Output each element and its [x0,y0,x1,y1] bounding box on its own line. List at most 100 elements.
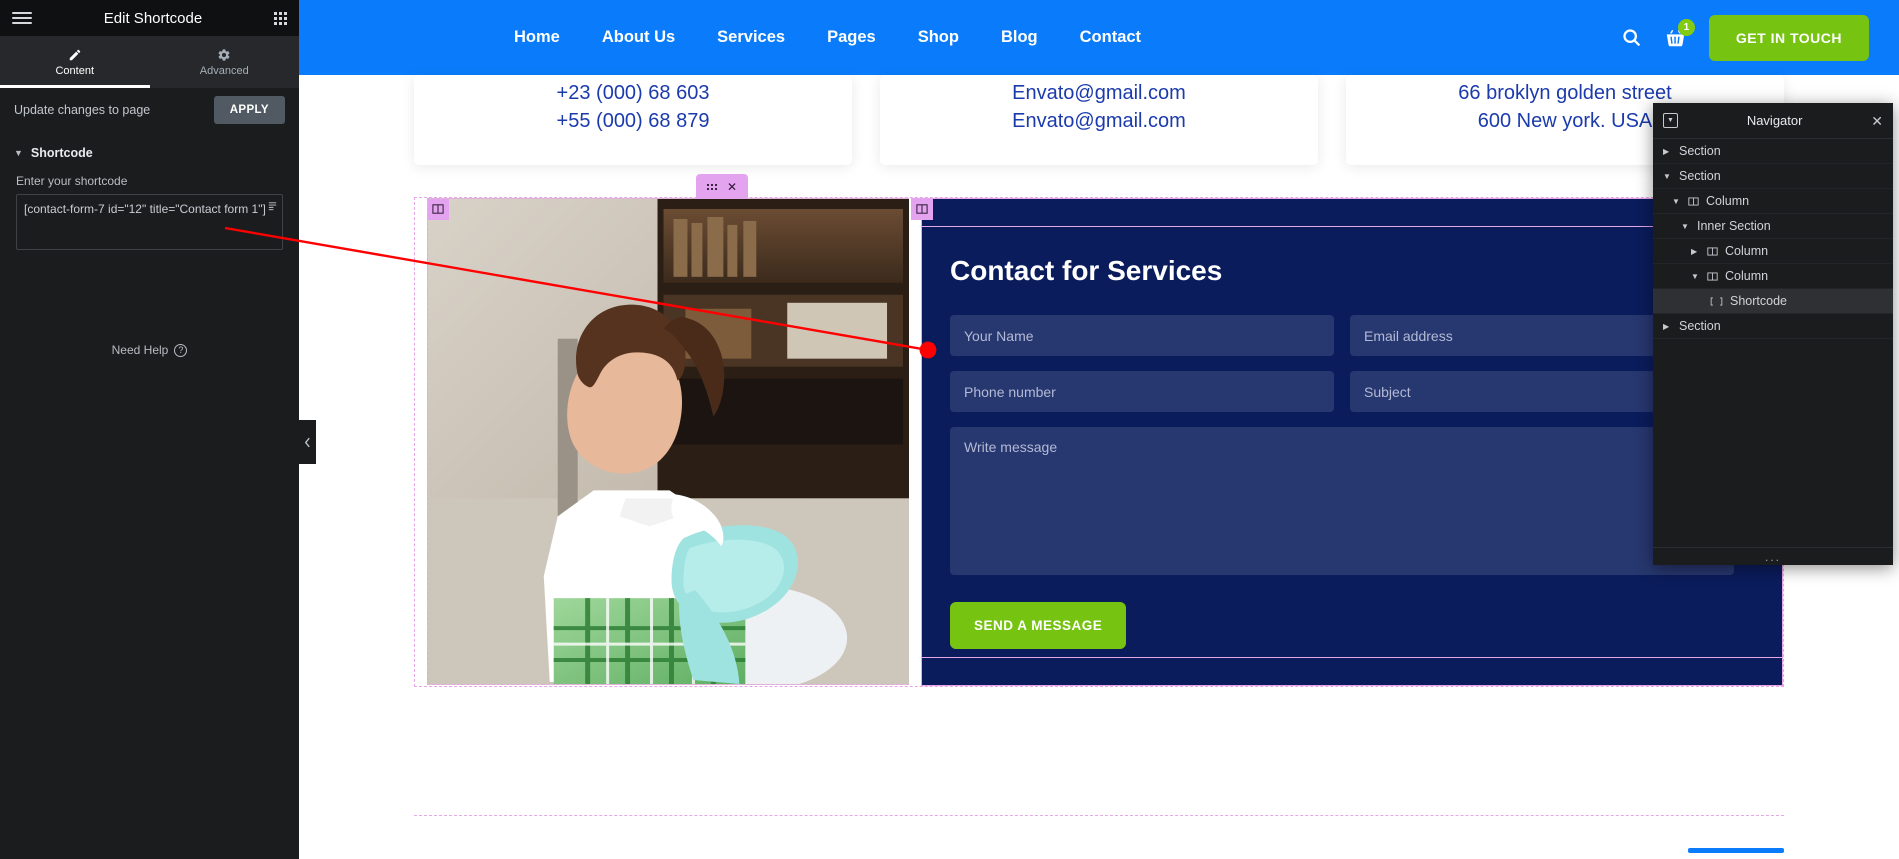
navigator-resize-handle[interactable]: ... [1653,547,1893,565]
navigator-item-label: Section [1679,319,1721,333]
navigator-tree: ▶ Section ▼ Section ▼ Column ▼ Inner Sec… [1653,139,1893,547]
navigator-item-inner-section[interactable]: ▼ Inner Section [1653,214,1893,239]
info-line: Envato@gmail.com [1012,110,1186,132]
cart-count-badge: 1 [1677,18,1695,36]
hamburger-icon[interactable] [12,12,32,24]
need-help-label: Need Help [111,343,169,357]
screen-root: Edit Shortcode Content Advanced Update c… [0,0,1899,859]
site-nav-actions: 1 GET IN TOUCH [1621,14,1869,61]
shortcode-textarea-wrap [16,194,283,255]
code-editor-icon[interactable] [267,200,278,215]
apply-button[interactable]: APPLY [213,96,285,124]
chevron-right-icon[interactable]: ▶ [1691,247,1700,256]
shortcode-section-label: Shortcode [30,146,93,160]
element-edit-toolbar: ✕ [696,174,749,199]
info-card-phone: +23 (000) 68 603 +55 (000) 68 879 [414,75,852,165]
contact-image-column[interactable] [427,198,909,685]
pencil-icon [68,48,82,62]
navigator-item-label: Inner Section [1697,219,1771,233]
panel-title: Edit Shortcode [103,9,203,27]
navigator-header: ▼ Navigator ✕ [1653,103,1893,139]
info-card-email: Envato@gmail.com Envato@gmail.com [880,75,1318,165]
info-line: +55 (000) 68 879 [556,110,710,132]
chevron-down-icon[interactable]: ▼ [1672,197,1681,206]
widgets-grid-icon[interactable] [274,11,287,25]
navigator-item-shortcode[interactable]: Shortcode [1653,289,1893,314]
navigator-item-section[interactable]: ▶ Section [1653,314,1893,339]
tab-advanced[interactable]: Advanced [150,36,300,88]
navigator-item-column[interactable]: ▼ Column [1653,189,1893,214]
get-in-touch-button[interactable]: GET IN TOUCH [1708,14,1869,61]
chevron-down-icon: ▼ [14,148,23,158]
column-icon [1707,246,1718,257]
chevron-right-icon[interactable]: ▶ [1663,147,1672,156]
navigator-item-column[interactable]: ▼ Column [1653,264,1893,289]
nav-link-pages[interactable]: Pages [827,28,876,47]
write-message-textarea[interactable] [950,427,1734,575]
shortcode-field-wrap: Enter your shortcode Need Help ? [0,168,299,357]
nav-link-services[interactable]: Services [717,28,785,47]
nav-link-home[interactable]: Home [514,28,560,47]
update-changes-label: Update changes to page [14,103,151,117]
navigator-item-section[interactable]: ▼ Section [1653,164,1893,189]
shortcode-icon [1710,296,1723,307]
navigator-item-section[interactable]: ▶ Section [1653,139,1893,164]
send-a-message-button[interactable]: SEND A MESSAGE [950,602,1127,649]
navigator-item-label: Column [1706,194,1750,208]
form-row-1 [950,315,1734,356]
inner-section-guide-bottom [922,657,1782,658]
navigator-item-label: Section [1679,169,1721,183]
navigator-item-label: Column [1725,244,1769,258]
phone-number-input[interactable] [950,371,1334,412]
info-line: Envato@gmail.com [1012,82,1186,104]
info-line: +23 (000) 68 603 [556,82,710,104]
need-help-link[interactable]: Need Help ? [16,343,283,357]
shortcode-input[interactable] [16,194,283,250]
woman-folding-laundry-photo [428,199,909,684]
drag-dots-icon[interactable] [707,183,717,190]
column-icon[interactable] [428,199,449,220]
tab-content-label: Content [55,64,95,77]
navigator-item-label: Section [1679,144,1721,158]
update-changes-row: Update changes to page APPLY [0,88,299,132]
tab-content[interactable]: Content [0,36,150,88]
nav-link-contact[interactable]: Contact [1080,28,1141,47]
form-row-2 [950,371,1734,412]
question-mark-icon: ? [174,343,188,357]
navigator-title: Navigator [1746,113,1803,128]
contact-form-title: Contact for Services [950,255,1223,286]
navigator-item-column[interactable]: ▶ Column [1653,239,1893,264]
tab-advanced-label: Advanced [199,64,249,77]
page-accent-bar [1688,848,1784,853]
dock-icon[interactable]: ▼ [1663,113,1678,128]
shortcode-field-label: Enter your shortcode [16,174,128,188]
close-icon[interactable]: ✕ [1871,114,1883,128]
chevron-down-icon[interactable]: ▼ [1691,272,1700,281]
search-icon[interactable] [1621,27,1642,48]
cart-button[interactable]: 1 [1664,18,1695,49]
gear-icon [217,48,231,62]
chevron-down-icon[interactable]: ▼ [1663,172,1672,181]
contact-inner-section: ✕ Contact for Services Your Name Email a… [414,174,1784,687]
nav-link-shop[interactable]: Shop [918,28,959,47]
nav-link-blog[interactable]: Blog [1001,28,1038,47]
next-section-boundary [414,815,1784,859]
navigator-item-label: Shortcode [1730,294,1787,308]
elementor-edit-panel: Edit Shortcode Content Advanced Update c… [0,0,299,859]
nav-link-about-us[interactable]: About Us [602,28,675,47]
chevron-right-icon[interactable]: ▶ [1663,322,1672,331]
site-nav-links: Home About Us Services Pages Shop Blog C… [514,28,1141,47]
column-icon [1688,196,1699,207]
your-name-input[interactable] [950,315,1334,356]
panel-collapse-handle[interactable] [299,420,316,464]
navigator-panel: ▼ Navigator ✕ ▶ Section ▼ Section ▼ Colu… [1653,103,1893,565]
panel-header: Edit Shortcode [0,0,299,36]
shortcode-section-header[interactable]: ▼ Shortcode [0,132,299,168]
close-icon[interactable]: ✕ [727,181,737,193]
column-icon [1707,271,1718,282]
column-icon[interactable] [911,198,933,220]
site-header: Home About Us Services Pages Shop Blog C… [299,0,1899,75]
chevron-down-icon[interactable]: ▼ [1681,222,1690,231]
navigator-item-label: Column [1725,269,1769,283]
panel-tabs: Content Advanced [0,36,299,88]
